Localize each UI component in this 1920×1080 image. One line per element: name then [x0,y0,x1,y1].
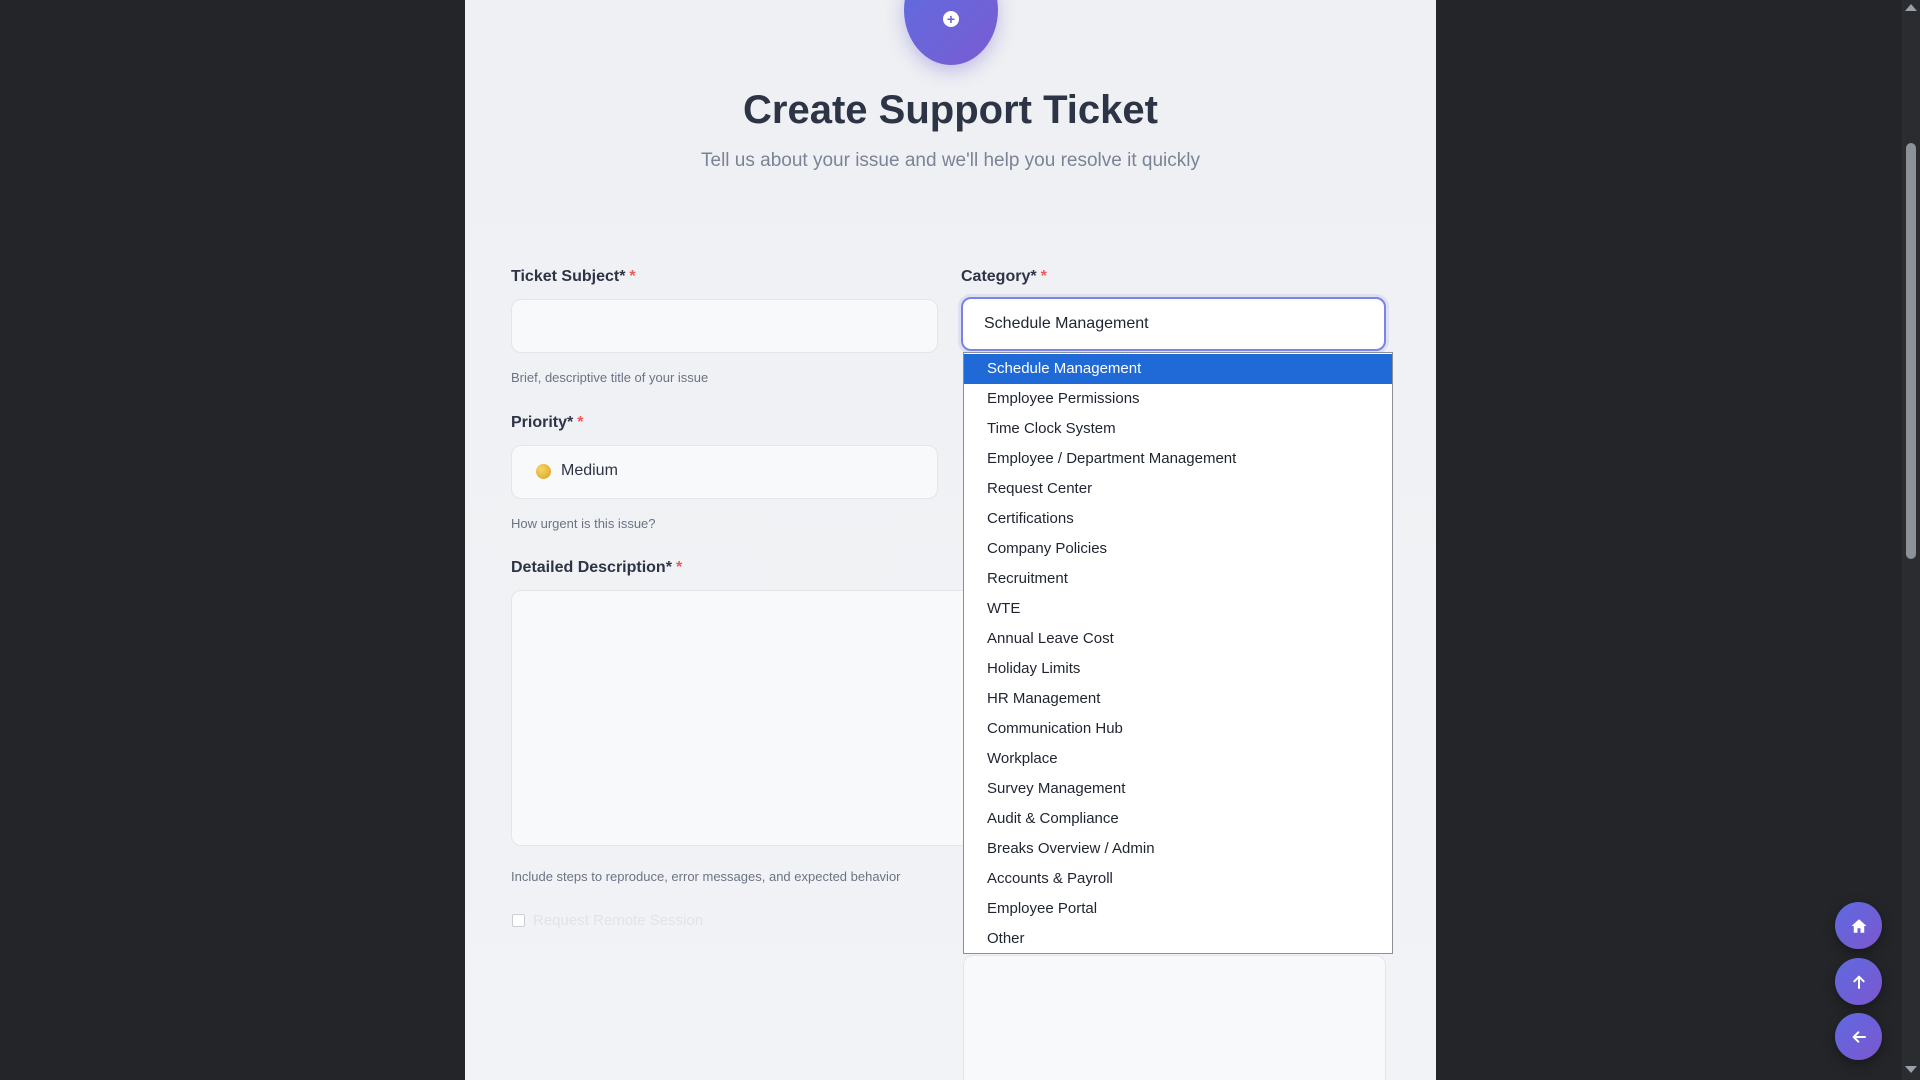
priority-value: Medium [536,462,618,480]
secondary-panel [963,955,1386,1080]
category-option[interactable]: Time Clock System [964,414,1392,444]
priority-hint: How urgent is this issue? [511,516,656,531]
subject-input[interactable] [511,299,938,353]
required-mark: * [675,559,683,576]
medium-priority-icon [536,463,551,479]
category-option[interactable]: Other [964,924,1392,954]
category-option[interactable]: Audit & Compliance [964,804,1392,834]
category-option[interactable]: Employee / Department Management [964,444,1392,474]
priority-select[interactable]: Medium [511,445,938,499]
hero-badge: + [904,0,998,65]
page-title: Create Support Ticket [743,88,1158,132]
category-option[interactable]: Recruitment [964,564,1392,594]
required-mark: * [1040,268,1047,285]
arrow-left-icon [1852,1030,1866,1043]
category-option[interactable]: HR Management [964,684,1392,714]
description-label-text: Detailed Description* [511,559,672,576]
category-option[interactable]: WTE [964,594,1392,624]
category-option[interactable]: Request Center [964,474,1392,504]
category-option[interactable]: Annual Leave Cost [964,624,1392,654]
required-mark: * [629,268,636,285]
subject-label: Ticket Subject* * [511,268,636,286]
subject-hint: Brief, descriptive title of your issue [511,370,709,385]
back-button[interactable] [1835,1013,1882,1060]
category-option[interactable]: Company Policies [964,534,1392,564]
scroll-up-arrow-icon[interactable] [1905,4,1917,11]
category-option[interactable]: Employee Portal [964,894,1392,924]
category-option[interactable]: Certifications [964,504,1392,534]
home-button[interactable] [1835,902,1882,949]
page-scrollbar[interactable] [1902,0,1920,1080]
category-option[interactable]: Communication Hub [964,714,1392,744]
category-label: Category* * [961,268,1047,286]
category-select[interactable]: Schedule Management [961,297,1386,351]
category-option[interactable]: Workplace [964,744,1392,774]
category-label-text: Category* [961,268,1037,285]
category-option[interactable]: Survey Management [964,774,1392,804]
category-selected-value: Schedule Management [984,315,1149,332]
remote-session-row[interactable]: Request Remote Session [512,912,703,929]
remote-session-checkbox[interactable] [512,914,525,927]
scroll-down-arrow-icon[interactable] [1905,1066,1917,1073]
plus-circle-icon: + [943,11,959,27]
category-option[interactable]: Accounts & Payroll [964,864,1392,894]
category-option[interactable]: Schedule Management [964,354,1392,384]
priority-label: Priority* * [511,414,583,432]
required-mark: * [577,414,584,431]
category-dropdown[interactable]: Schedule Management Employee Permissions… [963,352,1393,954]
category-option[interactable]: Employee Permissions [964,384,1392,414]
home-icon [1851,918,1866,933]
category-option[interactable]: Holiday Limits [964,654,1392,684]
remote-session-label: Request Remote Session [533,912,704,929]
description-label: Detailed Description* * [511,559,682,577]
scrollbar-thumb[interactable] [1906,143,1916,559]
arrow-up-icon [1852,975,1865,989]
priority-label-text: Priority* [511,414,574,431]
category-option[interactable]: Breaks Overview / Admin [964,834,1392,864]
description-hint: Include steps to reproduce, error messag… [511,869,901,884]
subject-label-text: Ticket Subject* [511,268,626,285]
page-subtitle: Tell us about your issue and we'll help … [701,150,1200,171]
priority-value-text: Medium [561,462,618,479]
scroll-top-button[interactable] [1835,958,1882,1005]
